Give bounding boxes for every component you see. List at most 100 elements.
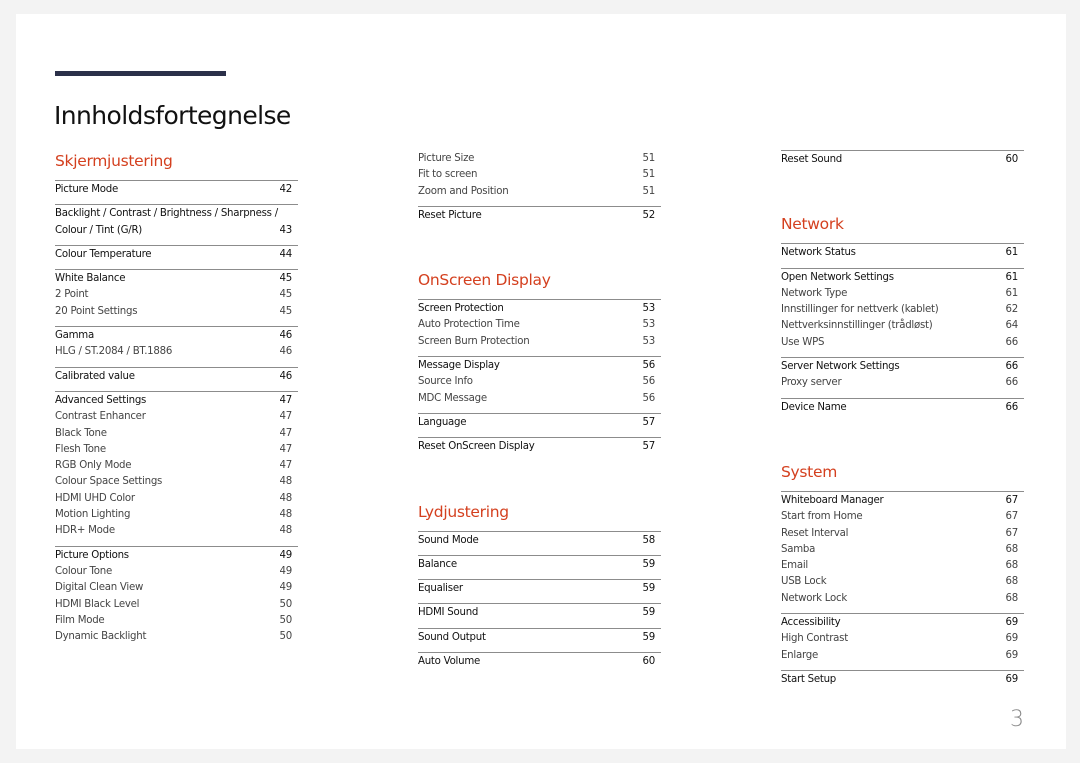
toc-group: Message Display 56 Source Info 56 MDC Messag…	[418, 356, 661, 413]
toc-entry-main[interactable]: Sound Output 59	[418, 630, 655, 646]
toc-entry-sub[interactable]: Picture Size 51	[418, 151, 655, 167]
toc-section-lydjustering-cont: Reset Sound 60	[781, 150, 1024, 174]
toc-entry-label: Picture Options	[55, 549, 129, 561]
toc-entry-sub[interactable]: Reset Interval 67	[781, 526, 1018, 542]
toc-entry-main[interactable]: Picture Options 49	[55, 548, 292, 564]
toc-entry-sub[interactable]: Proxy server 66	[781, 375, 1018, 391]
toc-entry-sub[interactable]: HLG / ST.2084 / BT.1886 46	[55, 344, 292, 360]
toc-entry-main[interactable]: Reset OnScreen Display 57	[418, 439, 655, 455]
toc-group: Language 57	[418, 412, 661, 437]
toc-entry-sub[interactable]: Colour Tone 49	[55, 564, 292, 580]
page-number: 3	[1010, 707, 1024, 732]
toc-entry-label: Gamma	[55, 330, 94, 342]
toc-entry-sub[interactable]: Contrast Enhancer 47	[55, 409, 292, 425]
toc-entry-sub[interactable]: HDR+ Mode 48	[55, 523, 292, 539]
toc-entry-label: Reset Interval	[781, 527, 849, 539]
toc-entry-sub[interactable]: Samba 68	[781, 542, 1018, 558]
toc-entry-label: Dynamic Backlight	[55, 631, 147, 643]
toc-entry-main[interactable]: Auto Volume 60	[418, 654, 655, 670]
toc-entry-sub[interactable]: Motion Lighting 48	[55, 507, 292, 523]
toc-entry-label: Calibrated value	[55, 370, 135, 382]
toc-group: Calibrated value 46	[55, 366, 298, 391]
toc-entry-label: Message Display	[418, 360, 500, 372]
toc-entry-sub[interactable]: Network Lock 68	[781, 591, 1018, 607]
toc-entry-sub[interactable]: Film Mode 50	[55, 613, 292, 629]
toc-entry-sub[interactable]: Innstillinger for nettverk (kablet) 62	[781, 302, 1018, 318]
toc-entry-label: 2 Point	[55, 289, 89, 301]
toc-entry-sub[interactable]: Colour Space Settings 48	[55, 474, 292, 490]
toc-entry-page: 60	[1005, 154, 1019, 165]
toc-entry-main[interactable]: Screen Protection 53	[418, 301, 655, 317]
toc-entry-main[interactable]: Network Status 61	[781, 245, 1018, 261]
toc-entry-page: 50	[279, 614, 293, 626]
toc-entry-sub[interactable]: Black Tone 47	[55, 426, 292, 442]
toc-entry-main[interactable]: Calibrated value 46	[55, 369, 292, 385]
toc-entry-main[interactable]: Language 57	[418, 415, 655, 431]
toc-entry-main[interactable]: Reset Sound 60	[781, 152, 1018, 168]
toc-entry-main[interactable]: White Balance 45	[55, 271, 292, 287]
toc-entry-sub[interactable]: Auto Protection Time 53	[418, 317, 655, 333]
toc-entry-label: Auto Protection Time	[418, 319, 520, 331]
toc-entry-main[interactable]: Backlight / Contrast / Brightness / Shar…	[55, 206, 292, 239]
toc-entry-main[interactable]: Device Name 66	[781, 400, 1018, 416]
toc-entry-main[interactable]: Gamma 46	[55, 328, 292, 344]
toc-entry-sub[interactable]: USB Lock 68	[781, 574, 1018, 590]
toc-entry-page: 59	[642, 607, 656, 619]
toc-entry-label: Motion Lighting	[55, 509, 131, 521]
toc-group: Balance 59	[418, 554, 661, 579]
toc-entry-main[interactable]: Accessibility 69	[781, 615, 1018, 631]
toc-entry-main[interactable]: Balance 59	[418, 557, 655, 573]
toc-entry-main[interactable]: Open Network Settings 61	[781, 270, 1018, 286]
toc-entry-label: Innstillinger for nettverk (kablet)	[781, 304, 939, 316]
toc-entry-sub[interactable]: Enlarge 69	[781, 648, 1018, 664]
toc-entry-sub[interactable]: Zoom and Position 51	[418, 184, 655, 200]
toc-entry-main[interactable]: Start Setup 69	[781, 672, 1018, 688]
toc-entry-page: 46	[279, 330, 293, 342]
toc-entry-sub[interactable]: 20 Point Settings 45	[55, 304, 292, 320]
toc-section-onscreen-display: Screen Protection 53 Auto Protection Time 5…	[418, 299, 661, 461]
toc-entry-sub[interactable]: HDMI Black Level 50	[55, 597, 292, 613]
toc-entry-main[interactable]: HDMI Sound 59	[418, 605, 655, 621]
toc-entry-sub[interactable]: Network Type 61	[781, 286, 1018, 302]
toc-entry-page: 42	[279, 184, 293, 195]
toc-entry-page: 48	[279, 476, 293, 488]
toc-entry-page: 61	[1005, 271, 1019, 283]
toc-entry-sub[interactable]: Email 68	[781, 558, 1018, 574]
toc-entry-label: Nettverksinnstillinger (trådløst)	[781, 320, 933, 332]
toc-entry-label: Screen Protection	[418, 303, 504, 315]
toc-entry-main[interactable]: Colour Temperature 44	[55, 247, 292, 263]
toc-entry-page: 59	[642, 631, 656, 643]
toc-entry-sub[interactable]: Screen Burn Protection 53	[418, 334, 655, 350]
toc-entry-sub[interactable]: Nettverksinnstillinger (trådløst) 64	[781, 318, 1018, 334]
toc-entry-sub[interactable]: Fit to screen 51	[418, 167, 655, 183]
toc-entry-page: 67	[1005, 527, 1019, 539]
toc-entry-main[interactable]: Server Network Settings 66	[781, 359, 1018, 375]
toc-entry-page: 59	[642, 583, 656, 595]
toc-entry-sub[interactable]: Source Info 56	[418, 374, 655, 390]
toc-entry-sub[interactable]: 2 Point 45	[55, 287, 292, 303]
toc-entry-label: MDC Message	[418, 392, 487, 404]
toc-entry-sub[interactable]: RGB Only Mode 47	[55, 458, 292, 474]
toc-entry-main[interactable]: Picture Mode 42	[55, 182, 292, 198]
toc-entry-page: 58	[642, 534, 656, 546]
toc-entry-main[interactable]: Sound Mode 58	[418, 533, 655, 549]
toc-entry-label: Fit to screen	[418, 169, 478, 181]
toc-entry-sub[interactable]: HDMI UHD Color 48	[55, 491, 292, 507]
toc-entry-main[interactable]: Whiteboard Manager 67	[781, 493, 1018, 509]
toc-entry-sub[interactable]: Use WPS 66	[781, 335, 1018, 351]
toc-entry-sub[interactable]: Dynamic Backlight 50	[55, 629, 292, 645]
toc-entry-label: Enlarge	[781, 649, 818, 661]
toc-entry-main[interactable]: Reset Picture 52	[418, 208, 655, 224]
toc-entry-sub[interactable]: Start from Home 67	[781, 509, 1018, 525]
toc-entry-sub[interactable]: Flesh Tone 47	[55, 442, 292, 458]
toc-entry-sub[interactable]: High Contrast 69	[781, 631, 1018, 647]
toc-entry-sub[interactable]: Digital Clean View 49	[55, 580, 292, 596]
toc-entry-label: Whiteboard Manager	[781, 494, 884, 506]
toc-entry-main[interactable]: Equaliser 59	[418, 581, 655, 597]
toc-entry-sub[interactable]: MDC Message 56	[418, 391, 655, 407]
toc-entry-main[interactable]: Message Display 56	[418, 358, 655, 374]
toc-entry-label: Sound Output	[418, 631, 486, 643]
toc-entry-page: 47	[279, 394, 293, 406]
toc-group: Screen Protection 53 Auto Protection Time 5…	[418, 299, 661, 356]
toc-entry-main[interactable]: Advanced Settings 47	[55, 393, 292, 409]
